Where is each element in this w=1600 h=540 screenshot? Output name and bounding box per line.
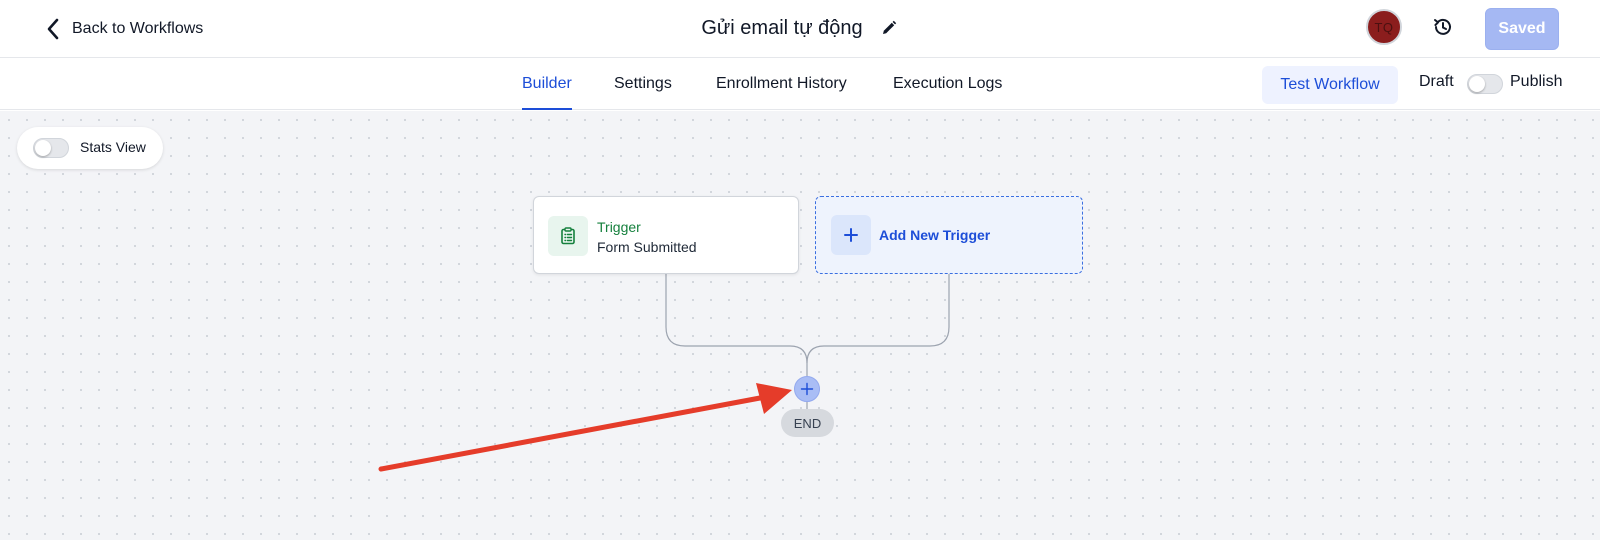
pencil-icon[interactable] [879, 18, 899, 38]
tab-bar: Builder Settings Enrollment History Exec… [0, 58, 1600, 110]
trigger-title: Trigger [597, 219, 641, 235]
add-new-trigger-label: Add New Trigger [879, 227, 991, 243]
end-node: END [781, 409, 834, 437]
back-to-workflows-link[interactable]: Back to Workflows [44, 14, 203, 44]
tab-execution-logs[interactable]: Execution Logs [893, 58, 1002, 110]
tab-enrollment-history[interactable]: Enrollment History [716, 58, 847, 110]
add-new-trigger-button[interactable]: Add New Trigger [815, 196, 1083, 274]
toggle-knob [35, 140, 51, 156]
stats-view-toggle[interactable] [33, 138, 69, 158]
publish-toggle[interactable] [1467, 74, 1503, 94]
chevron-left-icon [44, 17, 62, 41]
trigger-card[interactable]: Trigger Form Submitted [533, 196, 799, 274]
clipboard-list-icon [548, 216, 588, 256]
saved-button[interactable]: Saved [1485, 8, 1559, 50]
toggle-knob [1469, 76, 1485, 92]
stats-view-toggle-group: Stats View [17, 127, 163, 169]
tab-settings[interactable]: Settings [614, 58, 672, 110]
plus-icon [831, 215, 871, 255]
connector-lines [665, 274, 950, 409]
workflow-canvas[interactable]: Stats View Trigger Form Submitted Add Ne… [0, 111, 1600, 540]
draft-label: Draft [1419, 73, 1454, 90]
end-label: END [793, 415, 822, 431]
stats-view-label: Stats View [80, 139, 146, 155]
workflow-title[interactable]: Gửi email tự động [701, 17, 862, 40]
publish-label: Publish [1510, 73, 1563, 90]
top-header: Back to Workflows Gửi email tự động TQ S… [0, 0, 1600, 58]
plus-icon [800, 382, 814, 396]
avatar-initials: TQ [1374, 19, 1394, 35]
back-label: Back to Workflows [72, 20, 204, 37]
trigger-subtitle: Form Submitted [597, 239, 697, 255]
add-action-button[interactable] [794, 376, 820, 402]
history-clock-icon[interactable] [1430, 14, 1456, 40]
test-workflow-button[interactable]: Test Workflow [1262, 66, 1398, 104]
tab-builder[interactable]: Builder [522, 58, 572, 110]
annotation-arrow [378, 383, 792, 472]
user-avatar[interactable]: TQ [1366, 9, 1402, 45]
